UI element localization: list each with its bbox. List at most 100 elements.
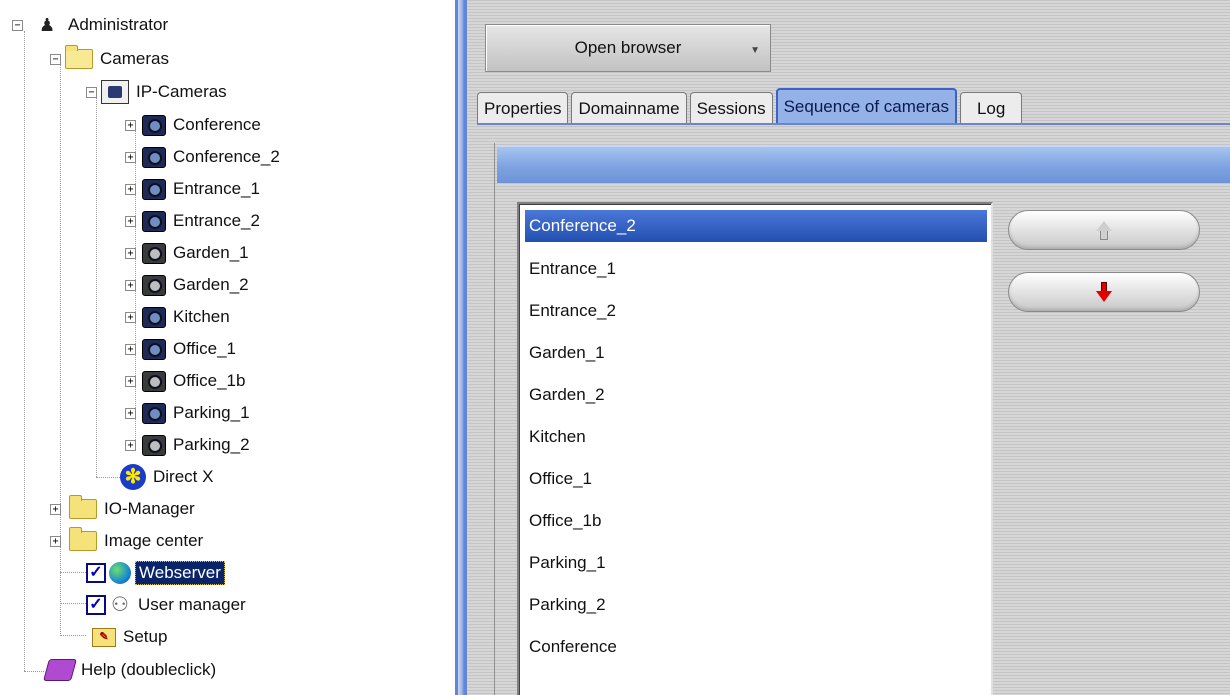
tab-properties[interactable]: Properties xyxy=(477,92,569,124)
camera-icon xyxy=(142,338,166,360)
camera-label: Conference_2 xyxy=(173,147,280,166)
setup-icon: ✎ xyxy=(92,627,116,647)
camera-label: Parking_2 xyxy=(173,435,250,454)
tree-item-camera[interactable]: + Parking_1 xyxy=(125,398,253,428)
expand-toggle[interactable]: + xyxy=(50,535,61,547)
expand-toggle[interactable]: + xyxy=(125,119,136,131)
tree-label-ip-cameras: IP-Cameras xyxy=(136,82,227,101)
sequence-item[interactable]: Kitchen xyxy=(525,421,987,453)
open-browser-label: Open browser xyxy=(574,38,682,57)
camera-icon xyxy=(142,402,166,424)
sequence-item[interactable]: Office_1b xyxy=(525,505,987,537)
collapse-toggle[interactable]: − xyxy=(50,53,61,65)
camera-icon xyxy=(142,178,166,200)
sequence-item[interactable]: Conference_2 xyxy=(525,210,987,242)
open-folder-icon xyxy=(65,45,93,69)
expand-toggle[interactable]: + xyxy=(50,503,61,515)
ip-camera-folder-icon xyxy=(101,80,129,104)
camera-label: Conference xyxy=(173,115,261,134)
tree-item-camera[interactable]: + Conference xyxy=(125,110,264,140)
tree-item-camera[interactable]: + Garden_2 xyxy=(125,270,252,300)
collapse-toggle[interactable]: − xyxy=(12,19,23,31)
move-down-button[interactable] xyxy=(1008,272,1200,312)
tree-item-camera[interactable]: + Garden_1 xyxy=(125,238,252,268)
globe-icon xyxy=(109,562,131,584)
tab-sessions[interactable]: Sessions xyxy=(689,92,773,124)
camera-icon xyxy=(142,306,166,328)
camera-icon xyxy=(142,434,166,456)
tab-domainname[interactable]: Domainname xyxy=(571,92,687,124)
tree-node-io-manager[interactable]: + IO-Manager xyxy=(50,494,198,524)
panel-splitter[interactable] xyxy=(455,0,467,695)
arrow-down-icon xyxy=(1096,282,1112,302)
tree-node-help[interactable]: Help (doubleclick) xyxy=(43,655,219,685)
expand-toggle[interactable]: + xyxy=(125,343,136,355)
directx-icon: ✻ xyxy=(120,464,146,490)
tab-strip-divider xyxy=(477,123,1230,125)
tree-label-setup: Setup xyxy=(123,627,168,646)
camera-icon xyxy=(142,242,166,264)
camera-icon xyxy=(142,210,166,232)
sequence-item[interactable]: Entrance_2 xyxy=(525,295,987,327)
tree-item-camera[interactable]: + Entrance_1 xyxy=(125,174,263,204)
collapse-toggle[interactable]: − xyxy=(86,86,97,98)
tree-item-camera[interactable]: + Conference_2 xyxy=(125,142,283,172)
camera-label: Office_1b xyxy=(173,371,246,390)
tree-label-io-manager: IO-Manager xyxy=(104,499,195,518)
tree-item-camera[interactable]: + Entrance_2 xyxy=(125,206,263,236)
tree-item-camera[interactable]: + Office_1 xyxy=(125,334,239,364)
checkbox-checked-icon[interactable]: ✓ xyxy=(86,595,106,615)
camera-icon xyxy=(142,146,166,168)
expand-toggle[interactable]: + xyxy=(125,439,136,451)
tree-node-webserver[interactable]: ✓ Webserver xyxy=(86,558,225,588)
tree-node-setup[interactable]: ✎ Setup xyxy=(92,622,170,652)
camera-sequence-list[interactable]: Conference_2 Entrance_1 Entrance_2 Garde… xyxy=(517,202,993,695)
tree-label-image-center: Image center xyxy=(104,531,204,550)
camera-label: Kitchen xyxy=(173,307,230,326)
folder-icon xyxy=(69,495,97,519)
tree-item-camera[interactable]: + Office_1b xyxy=(125,366,248,396)
tree-item-camera[interactable]: + Kitchen xyxy=(125,302,233,332)
open-browser-button[interactable]: Open browser ▼ xyxy=(485,24,771,72)
sequence-item[interactable]: Conference xyxy=(525,631,987,663)
tab-log[interactable]: Log xyxy=(959,92,1023,124)
expand-toggle[interactable]: + xyxy=(125,215,136,227)
camera-icon xyxy=(142,274,166,296)
camera-label: Entrance_1 xyxy=(173,179,260,198)
tree-node-ip-cameras[interactable]: − IP-Cameras xyxy=(86,77,230,107)
tree-node-cameras[interactable]: − Cameras xyxy=(50,44,172,74)
sequence-item[interactable]: Garden_1 xyxy=(525,337,987,369)
sequence-item[interactable]: Parking_1 xyxy=(525,547,987,579)
expand-toggle[interactable]: + xyxy=(125,151,136,163)
expand-toggle[interactable]: + xyxy=(125,375,136,387)
camera-label: Entrance_2 xyxy=(173,211,260,230)
expand-toggle[interactable]: + xyxy=(125,279,136,291)
arrow-up-icon xyxy=(1096,220,1112,240)
tree-node-image-center[interactable]: + Image center xyxy=(50,526,206,556)
dropdown-caret-icon: ▼ xyxy=(750,45,760,56)
section-header-bar xyxy=(497,146,1230,183)
tab-bar: Properties Domainname Sessions Sequence … xyxy=(477,88,1025,124)
tree-item-camera[interactable]: + Parking_2 xyxy=(125,430,253,460)
tab-sequence-of-cameras[interactable]: Sequence of cameras xyxy=(775,88,957,124)
checkbox-checked-icon[interactable]: ✓ xyxy=(86,563,106,583)
camera-label: Garden_1 xyxy=(173,243,249,262)
tree-node-direct-x[interactable]: ✻ Direct X xyxy=(120,462,216,492)
sequence-item[interactable]: Entrance_1 xyxy=(525,253,987,285)
tree-label-user-manager: User manager xyxy=(138,595,246,614)
sequence-item[interactable]: Parking_2 xyxy=(525,589,987,621)
tree-node-user-manager[interactable]: ✓ ⚇ User manager xyxy=(86,590,249,620)
camera-label: Office_1 xyxy=(173,339,237,358)
move-up-button[interactable] xyxy=(1008,210,1200,250)
sequence-item[interactable]: Office_1 xyxy=(525,463,987,495)
expand-toggle[interactable]: + xyxy=(125,407,136,419)
expand-toggle[interactable]: + xyxy=(125,311,136,323)
administrator-icon: ♟ xyxy=(39,15,56,35)
camera-icon xyxy=(142,370,166,392)
tree-node-administrator[interactable]: − ♟ Administrator xyxy=(12,10,171,40)
expand-toggle[interactable]: + xyxy=(125,183,136,195)
expand-toggle[interactable]: + xyxy=(125,247,136,259)
navigation-tree: − ♟ Administrator − Cameras − IP-Cameras… xyxy=(0,0,455,695)
sequence-item[interactable]: Garden_2 xyxy=(525,379,987,411)
folder-icon xyxy=(69,527,97,551)
